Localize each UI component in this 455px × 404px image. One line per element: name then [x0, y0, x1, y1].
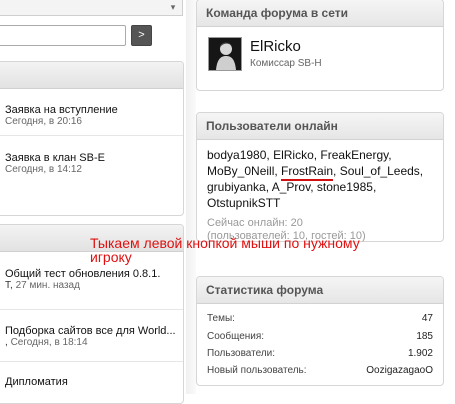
- online-user-link[interactable]: grubiyanka: [207, 180, 266, 194]
- stat-value: 1.902: [407, 348, 433, 359]
- search-button[interactable]: >: [131, 25, 152, 46]
- avatar-photo-icon[interactable]: [208, 37, 242, 71]
- stat-label: Темы:: [207, 313, 235, 324]
- thread-meta: Сегодня, в 14:12: [5, 164, 82, 175]
- stat-label: Новый пользователь:: [207, 365, 307, 376]
- recent-threads-box: Заявка на вступление Сегодня, в 20:16 За…: [0, 61, 184, 216]
- staff-member-name[interactable]: ElRicko: [250, 38, 301, 55]
- recent-threads-header: [0, 62, 183, 89]
- online-user-list: bodya1980, ElRicko, FreakEnergy, MoBy_0N…: [207, 148, 424, 210]
- forum-stats-title: Статистика форума: [197, 277, 443, 304]
- list-item[interactable]: Заявка в клан SB-E Сегодня, в 14:12: [0, 136, 183, 194]
- search-input[interactable]: [0, 25, 126, 46]
- thread-meta: T, 27 мин. назад: [5, 280, 183, 291]
- stat-label: Пользователи:: [207, 348, 276, 359]
- thread-title[interactable]: Дипломатия: [5, 376, 183, 388]
- thread-author[interactable]: ,: [5, 337, 8, 348]
- thread-title[interactable]: Заявка на вступление: [5, 104, 183, 116]
- online-user-link[interactable]: ElRicko: [273, 148, 314, 162]
- list-item[interactable]: Заявка на вступление Сегодня, в 20:16: [0, 89, 183, 136]
- thread-title[interactable]: Общий тест обновления 0.8.1.: [5, 268, 183, 280]
- stat-value: 47: [421, 313, 433, 324]
- red-underline-marker: [281, 179, 334, 181]
- stat-row-newest-user: Новый пользователь: OozigazagaoO: [207, 365, 433, 376]
- thread-time: Сегодня, в 18:14: [10, 337, 88, 348]
- online-user-link[interactable]: bodya1980: [207, 148, 266, 162]
- online-user-link[interactable]: OtstupnikSTT: [207, 196, 280, 210]
- list-item[interactable]: Дипломатия: [0, 362, 183, 402]
- thread-title[interactable]: Подборка сайтов все для World...: [5, 325, 183, 337]
- highlighted-user-link[interactable]: FrostRain: [281, 163, 334, 181]
- online-user-link[interactable]: FreakEnergy: [320, 148, 388, 162]
- thread-author[interactable]: T,: [5, 280, 13, 291]
- online-user-link[interactable]: A_Prov: [272, 180, 310, 194]
- thread-meta: , Сегодня, в 18:14: [5, 337, 183, 348]
- thread-title[interactable]: Заявка в клан SB-E: [5, 152, 183, 164]
- online-user-link[interactable]: FrostRain: [281, 164, 333, 178]
- staff-online-title: Команда форума в сети: [197, 0, 443, 27]
- online-now-label: Сейчас онлайн: 20: [207, 217, 303, 229]
- list-item[interactable]: Подборка сайтов все для World... , Сегод…: [0, 310, 183, 362]
- online-user-link[interactable]: stone1985: [317, 180, 373, 194]
- chevron-down-icon[interactable]: ▾: [168, 2, 178, 12]
- stat-row-threads: Темы: 47: [207, 313, 433, 324]
- staff-member-role: Комиссар SB-H: [250, 58, 322, 69]
- stat-value: 185: [416, 331, 433, 342]
- stat-label: Сообщения:: [207, 331, 265, 342]
- forum-stats-box: Статистика форума Темы: 47 Сообщения: 18…: [196, 276, 444, 386]
- stat-row-users: Пользователи: 1.902: [207, 348, 433, 359]
- left-top-dropdown[interactable]: ▾: [0, 0, 183, 16]
- newest-user-link[interactable]: OozigazagaoO: [366, 365, 433, 376]
- thread-time: 27 мин. назад: [15, 280, 80, 291]
- users-online-title: Пользователи онлайн: [197, 113, 443, 140]
- online-user-link[interactable]: MoBy_0Neill: [207, 164, 274, 178]
- instruction-annotation: Тыкаем левой кнопкой мыши по нужному игр…: [90, 235, 360, 265]
- column-gutter: [186, 0, 196, 394]
- staff-online-box: Команда форума в сети ElRicko Комиссар S…: [196, 0, 444, 91]
- users-online-box: Пользователи онлайн bodya1980, ElRicko, …: [196, 112, 444, 242]
- stat-row-posts: Сообщения: 185: [207, 331, 433, 342]
- thread-meta: Сегодня, в 20:16: [5, 116, 82, 127]
- avatar-image: [209, 38, 241, 70]
- online-user-link[interactable]: Soul_of_Leeds: [340, 164, 420, 178]
